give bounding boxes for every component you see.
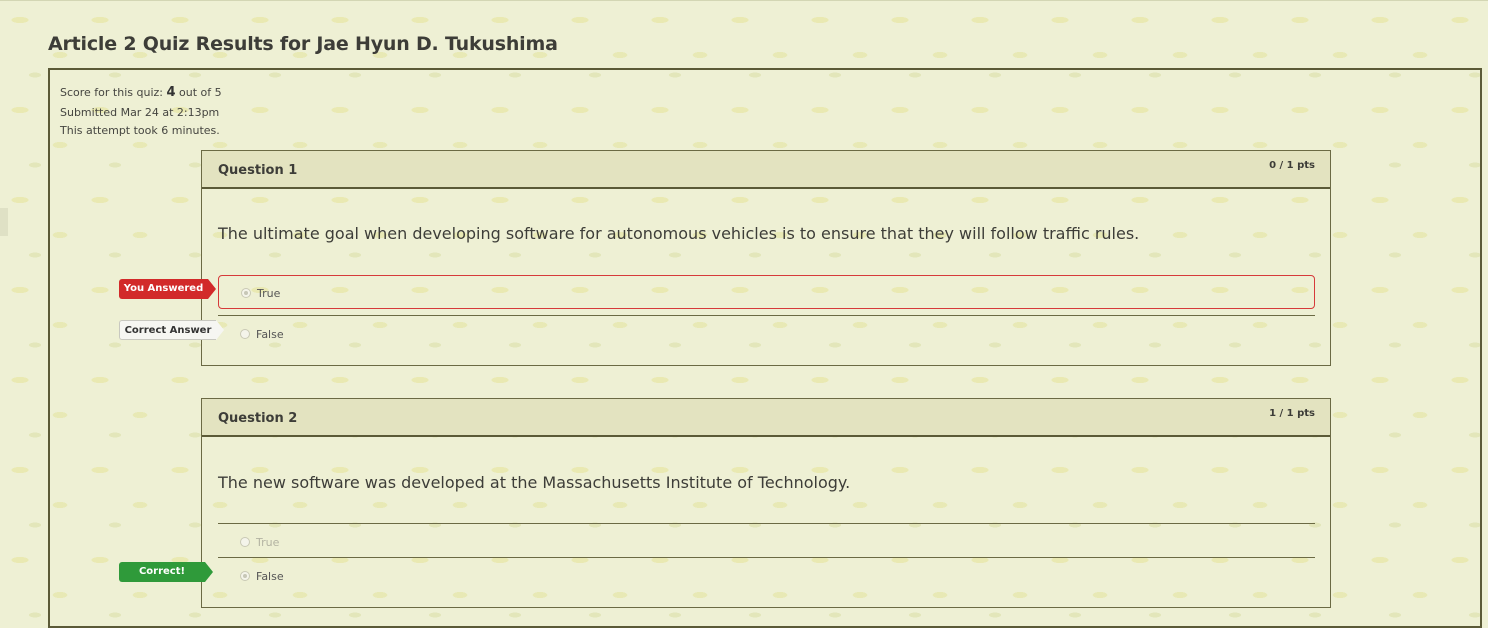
question-points: 1 / 1 pts xyxy=(1269,408,1315,419)
question-header: Question 1 0 / 1 pts xyxy=(202,151,1330,189)
radio-icon[interactable] xyxy=(240,571,250,581)
question-text: The new software was developed at the Ma… xyxy=(218,473,851,492)
score-prefix: Score for this quiz: xyxy=(60,86,167,99)
correct-flag: Correct! xyxy=(119,562,213,582)
answer-label: True xyxy=(256,536,280,549)
answer-divider xyxy=(218,315,1315,316)
submitted-time: Submitted Mar 24 at 2:13pm xyxy=(60,106,220,119)
answer-label: False xyxy=(256,570,284,583)
answer-option-false[interactable]: False xyxy=(218,559,1315,593)
answer-divider xyxy=(218,523,1315,524)
page-top-border xyxy=(0,0,1488,6)
answer-label: False xyxy=(256,328,284,341)
question-title: Question 2 xyxy=(218,411,298,426)
answer-option-true[interactable]: True xyxy=(218,525,1315,559)
radio-icon[interactable] xyxy=(240,537,250,547)
answer-label: True xyxy=(257,287,281,300)
answer-divider xyxy=(218,557,1315,558)
attempt-duration: This attempt took 6 minutes. xyxy=(60,124,220,137)
radio-icon[interactable] xyxy=(240,329,250,339)
score-value: 4 xyxy=(166,85,176,100)
question-card-2: Question 2 1 / 1 pts The new software wa… xyxy=(201,398,1331,608)
question-header: Question 2 1 / 1 pts xyxy=(202,399,1330,437)
correct-answer-flag: Correct Answer xyxy=(119,320,224,340)
score-line: Score for this quiz: 4 out of 5 xyxy=(60,85,222,100)
you-answered-flag: You Answered xyxy=(119,279,216,299)
radio-icon[interactable] xyxy=(241,288,251,298)
score-suffix: out of 5 xyxy=(175,86,222,99)
question-text: The ultimate goal when developing softwa… xyxy=(218,224,1140,243)
question-points: 0 / 1 pts xyxy=(1269,160,1315,171)
side-collapse-tab[interactable] xyxy=(0,208,8,236)
question-title: Question 1 xyxy=(218,163,298,178)
question-card-1: Question 1 0 / 1 pts The ultimate goal w… xyxy=(201,150,1331,366)
answer-option-false[interactable]: False xyxy=(218,317,1315,351)
answer-option-true[interactable]: True xyxy=(218,275,1315,309)
page-title: Article 2 Quiz Results for Jae Hyun D. T… xyxy=(48,33,558,55)
